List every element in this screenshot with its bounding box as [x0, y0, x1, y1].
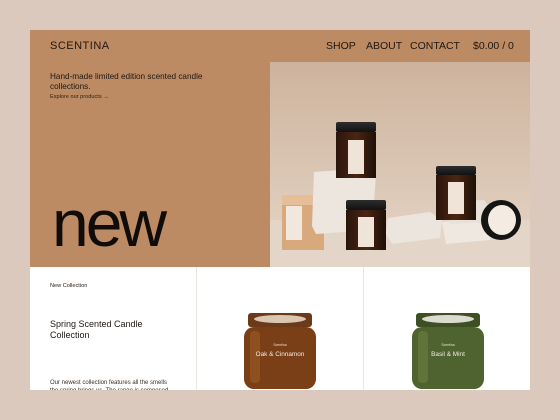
- site-frame: Hand-made limited edition scented candle…: [30, 30, 530, 390]
- product-brand: Scentina: [273, 343, 287, 347]
- column-divider: [363, 267, 364, 390]
- product-card-basil-mint[interactable]: Scentina Basil & Mint: [408, 311, 488, 390]
- column-divider: [196, 267, 197, 390]
- hero-tagline: Hand-made limited edition scented candle…: [50, 72, 203, 91]
- nav-shop[interactable]: SHOP: [326, 40, 356, 52]
- nav-about[interactable]: ABOUT: [366, 40, 402, 52]
- product-brand: Scentina: [441, 343, 455, 347]
- nav-contact[interactable]: CONTACT: [410, 40, 460, 52]
- product-card-oak-cinnamon[interactable]: Scentina Oak & Cinnamon: [240, 311, 320, 390]
- hero-product-photo: [270, 62, 530, 267]
- candle-arrangement-image: [270, 62, 530, 267]
- collection-title: Spring Scented Candle Collection: [50, 319, 143, 340]
- collection-section: New Collection Spring Scented Candle Col…: [30, 267, 530, 390]
- brand-logo[interactable]: SCENTINA: [50, 40, 110, 52]
- hero-panel: Hand-made limited edition scented candle…: [30, 30, 270, 267]
- product-name: Basil & Mint: [431, 351, 465, 358]
- hero-headline: new: [52, 186, 167, 260]
- explore-products-link[interactable]: Explore our products →: [50, 94, 109, 100]
- collection-eyebrow: New Collection: [50, 283, 88, 289]
- cart-summary[interactable]: $0.00 / 0: [473, 40, 514, 52]
- product-name: Oak & Cinnamon: [255, 351, 305, 358]
- top-navigation: SCENTINA SHOP ABOUT CONTACT $0.00 / 0: [30, 30, 530, 62]
- collection-description: Our newest collection features all the s…: [50, 380, 168, 390]
